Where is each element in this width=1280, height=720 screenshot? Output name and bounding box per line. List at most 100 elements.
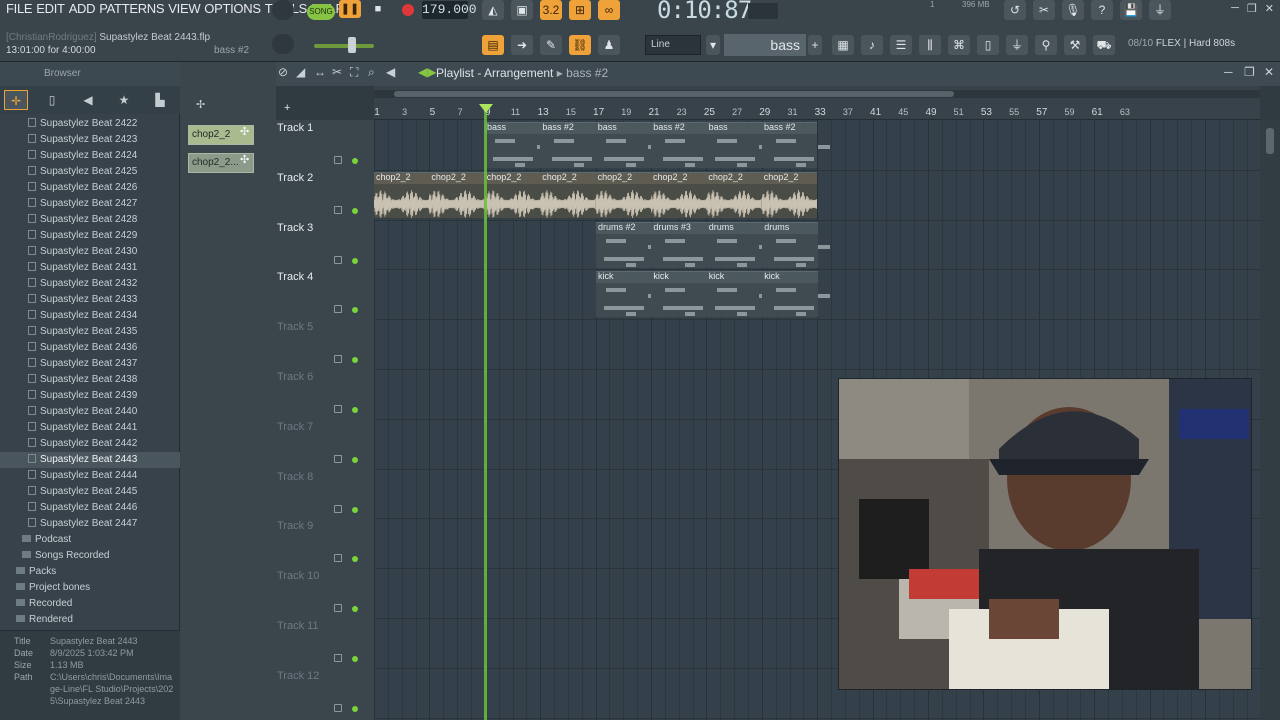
list-item[interactable]: Supastylez Beat 2432	[0, 276, 180, 292]
folder-item[interactable]: Rendered	[0, 612, 180, 628]
track-enable-toggle[interactable]	[352, 158, 358, 164]
scrollbar-thumb[interactable]	[1266, 128, 1274, 154]
pattern-clip[interactable]: bass #2	[651, 122, 720, 168]
track-name[interactable]: Track 3	[277, 222, 313, 234]
snap-icon[interactable]: ✢	[196, 98, 205, 111]
folder-item[interactable]: Podcast	[0, 532, 180, 548]
select-icon[interactable]: ⛶	[350, 65, 358, 80]
list-item[interactable]: Supastylez Beat 2431	[0, 260, 180, 276]
touch-keyboard-button[interactable]: ⚲	[1035, 35, 1057, 55]
track-enable-toggle[interactable]	[352, 456, 358, 463]
audio-clip[interactable]: chop2_2	[484, 171, 541, 218]
track-name[interactable]: Track 7	[277, 421, 313, 433]
audio-clip[interactable]: chop2_2	[651, 171, 707, 218]
playhead-marker-icon[interactable]	[479, 104, 493, 113]
link-button[interactable]: ⛓	[569, 35, 591, 55]
news-hint[interactable]: 08/10 FLEX | Hard 808s	[1128, 38, 1235, 49]
plugin-database-button[interactable]: ⏚	[1006, 35, 1028, 55]
list-item[interactable]: Supastylez Beat 2445	[0, 484, 180, 500]
stamp-button[interactable]: ♟	[598, 35, 620, 55]
pattern-clip[interactable]: kick	[651, 271, 720, 318]
list-item[interactable]: Supastylez Beat 2442	[0, 436, 180, 452]
list-item[interactable]: Supastylez Beat 2436	[0, 340, 180, 356]
undo-button[interactable]: ↺	[1004, 0, 1026, 20]
track-enable-toggle[interactable]	[352, 357, 358, 364]
track-enable-toggle[interactable]	[352, 705, 358, 712]
list-item[interactable]: Supastylez Beat 2428	[0, 212, 180, 228]
list-item[interactable]: Supastylez Beat 2447	[0, 516, 180, 532]
lock-icon[interactable]	[334, 156, 342, 164]
list-item[interactable]: Supastylez Beat 2425	[0, 164, 180, 180]
close-icon[interactable]: ✕	[1265, 2, 1274, 15]
track-name[interactable]: Track 5	[277, 321, 313, 333]
cut-button[interactable]: ✂	[1033, 0, 1055, 20]
all-tab-icon[interactable]: ✛	[4, 90, 28, 110]
menu-patterns[interactable]: PATTERNS	[97, 0, 166, 18]
delete-icon[interactable]: ⊘	[278, 65, 288, 79]
plugin-button[interactable]: ⏚	[1149, 0, 1171, 20]
track-name[interactable]: Track 4	[277, 271, 313, 283]
stop-button[interactable]: ■	[369, 0, 387, 18]
help-button[interactable]: ?	[1091, 0, 1113, 20]
wait-input-button[interactable]: ▣	[511, 0, 533, 20]
speaker-icon[interactable]: ◀	[386, 65, 395, 79]
track-enable-toggle[interactable]	[352, 506, 358, 513]
metronome-button[interactable]: ◭	[482, 0, 504, 20]
pause-button[interactable]: ❚❚	[339, 0, 361, 18]
track-enable-toggle[interactable]	[352, 606, 358, 613]
channel-rack-button[interactable]: ♪	[861, 35, 883, 55]
track-enable-toggle[interactable]	[352, 207, 358, 214]
tempo-display[interactable]: 179.000	[422, 1, 477, 19]
lock-icon[interactable]	[334, 703, 342, 712]
track-name[interactable]: Track 1	[277, 122, 313, 134]
audio-clip[interactable]: chop2_2	[540, 171, 596, 218]
main-volume-slider[interactable]	[314, 44, 374, 48]
list-item[interactable]: Supastylez Beat 2439	[0, 388, 180, 404]
add-pattern-button[interactable]: +	[808, 35, 822, 55]
track-name[interactable]: Track 6	[277, 371, 313, 383]
list-item[interactable]: Supastylez Beat 2438	[0, 372, 180, 388]
speaker-tab-icon[interactable]: ◀	[76, 90, 100, 110]
list-item[interactable]: Supastylez Beat 2429	[0, 228, 180, 244]
pattern-clip[interactable]: bass	[485, 122, 549, 168]
list-item[interactable]: Supastylez Beat 2423	[0, 132, 180, 148]
track-name[interactable]: Track 2	[277, 172, 313, 184]
close-icon[interactable]: ✕	[1264, 65, 1274, 79]
pattern-clip[interactable]: bass #2	[540, 122, 609, 168]
playlist-pattern[interactable]: bass #2	[566, 66, 608, 80]
track-name[interactable]: Track 8	[277, 471, 313, 483]
menu-edit[interactable]: EDIT	[34, 0, 66, 18]
track-enable-toggle[interactable]	[352, 307, 358, 314]
record-button[interactable]	[397, 0, 419, 20]
track-name[interactable]: Track 12	[277, 670, 319, 682]
folder-item[interactable]: Project bones	[0, 580, 180, 596]
lock-icon[interactable]	[334, 554, 342, 563]
lock-icon[interactable]	[334, 405, 342, 413]
audio-clip[interactable]: chop2_2	[706, 171, 762, 218]
list-item[interactable]: Supastylez Beat 2440	[0, 404, 180, 420]
files-tab-icon[interactable]: ▯	[40, 90, 64, 110]
draw-tool-button[interactable]: ✎	[540, 35, 562, 55]
pattern-clip[interactable]: kick	[596, 271, 660, 318]
pattern-clip[interactable]: drums	[762, 221, 831, 268]
list-item[interactable]: Supastylez Beat 2430	[0, 244, 180, 260]
pattern-clip[interactable]: drums	[706, 221, 771, 268]
scrollbar-thumb[interactable]	[394, 91, 954, 97]
folder-item[interactable]: Songs Recorded	[0, 548, 180, 564]
star-tab-icon[interactable]: ★	[112, 90, 136, 110]
pattern-clip[interactable]: kick	[706, 271, 771, 318]
playlist-view-button[interactable]: ▤	[482, 35, 504, 55]
list-item[interactable]: Supastylez Beat 2446	[0, 500, 180, 516]
pattern-selector[interactable]: bass	[724, 34, 806, 56]
play-icon[interactable]: ◀▶	[418, 65, 436, 79]
lock-icon[interactable]	[334, 205, 342, 214]
tools-button[interactable]: ⚒	[1064, 35, 1086, 55]
zoom-icon[interactable]: ⌕	[368, 65, 375, 80]
track-name[interactable]: Track 10	[277, 570, 319, 582]
mic-button[interactable]: 🎙	[1062, 0, 1084, 20]
playhead[interactable]	[484, 104, 487, 720]
channel-button[interactable]: ⫼	[919, 35, 941, 55]
pattern-clip[interactable]: bass #2	[762, 122, 830, 168]
list-item[interactable]: Supastylez Beat 2424	[0, 148, 180, 164]
menu-file[interactable]: FILE	[4, 0, 34, 18]
